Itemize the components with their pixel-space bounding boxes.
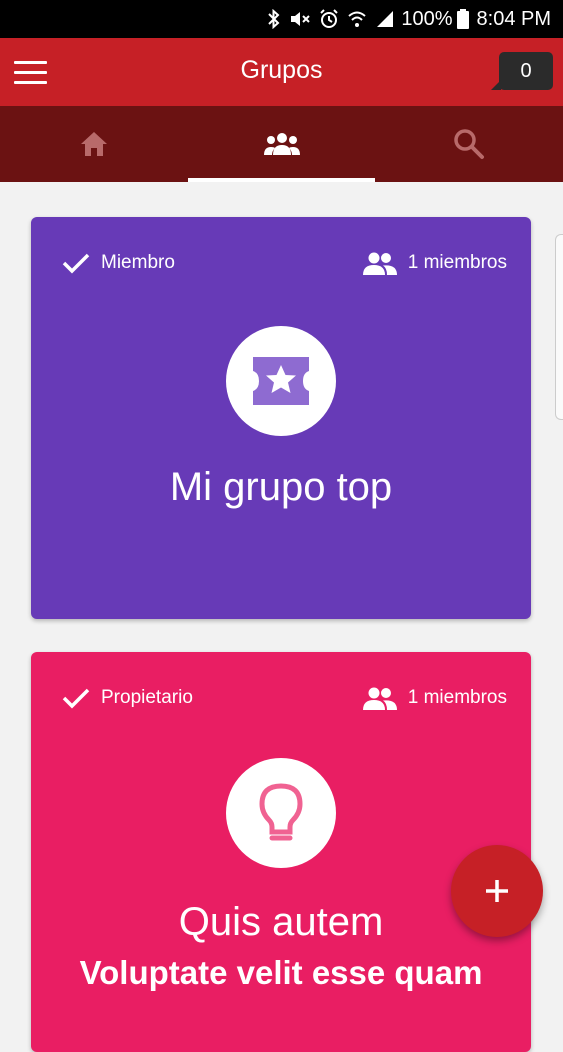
page-title: Grupos xyxy=(240,56,323,84)
group-members: 1 miembros xyxy=(362,686,507,710)
group-role-label: Miembro xyxy=(101,252,175,273)
tab-home[interactable] xyxy=(0,106,188,182)
add-group-button[interactable] xyxy=(451,845,543,937)
notification-badge[interactable]: 0 xyxy=(491,52,553,90)
group-title: Mi grupo top xyxy=(169,465,393,509)
notification-count: 0 xyxy=(520,59,532,82)
mute-icon xyxy=(291,12,311,26)
app-bar: Grupos 0 xyxy=(0,38,563,106)
group-subtitle: Voluptate velit esse quam xyxy=(79,954,483,991)
group-avatar xyxy=(226,758,336,868)
status-time: 8:04 PM xyxy=(476,7,551,30)
lightbulb-icon xyxy=(259,783,303,841)
ticket-star-icon xyxy=(253,357,309,405)
groups-icon xyxy=(263,133,300,155)
group-members-count: 1 miembros xyxy=(407,687,507,708)
people-icon xyxy=(362,252,397,275)
status-icons xyxy=(267,9,395,29)
check-icon xyxy=(62,253,90,274)
group-avatar xyxy=(226,326,336,436)
side-panel-edge[interactable] xyxy=(555,234,563,420)
group-members-count: 1 miembros xyxy=(407,252,507,273)
group-role-label: Propietario xyxy=(101,687,193,708)
group-card[interactable]: Propietario 1 miembros Quis autem Volupt… xyxy=(31,652,531,1052)
wifi-icon xyxy=(348,11,367,27)
battery-icon xyxy=(456,9,469,29)
signal-icon xyxy=(377,11,394,27)
alarm-icon xyxy=(320,9,339,28)
status-bar: 100% 8:04 PM xyxy=(0,0,563,38)
bluetooth-icon xyxy=(268,9,280,29)
tab-groups[interactable] xyxy=(187,106,376,182)
check-icon xyxy=(62,688,90,709)
tab-search[interactable] xyxy=(375,106,563,182)
people-icon xyxy=(362,687,397,710)
home-icon xyxy=(80,132,107,156)
group-role: Propietario xyxy=(61,686,193,710)
group-card[interactable]: Miembro 1 miembros Mi grupo top xyxy=(31,217,531,619)
search-icon xyxy=(454,129,485,159)
tab-bar xyxy=(0,106,563,182)
group-members: 1 miembros xyxy=(362,251,507,275)
group-role: Miembro xyxy=(61,251,175,275)
plus-icon xyxy=(486,880,508,902)
battery-percentage: 100% xyxy=(401,7,453,30)
